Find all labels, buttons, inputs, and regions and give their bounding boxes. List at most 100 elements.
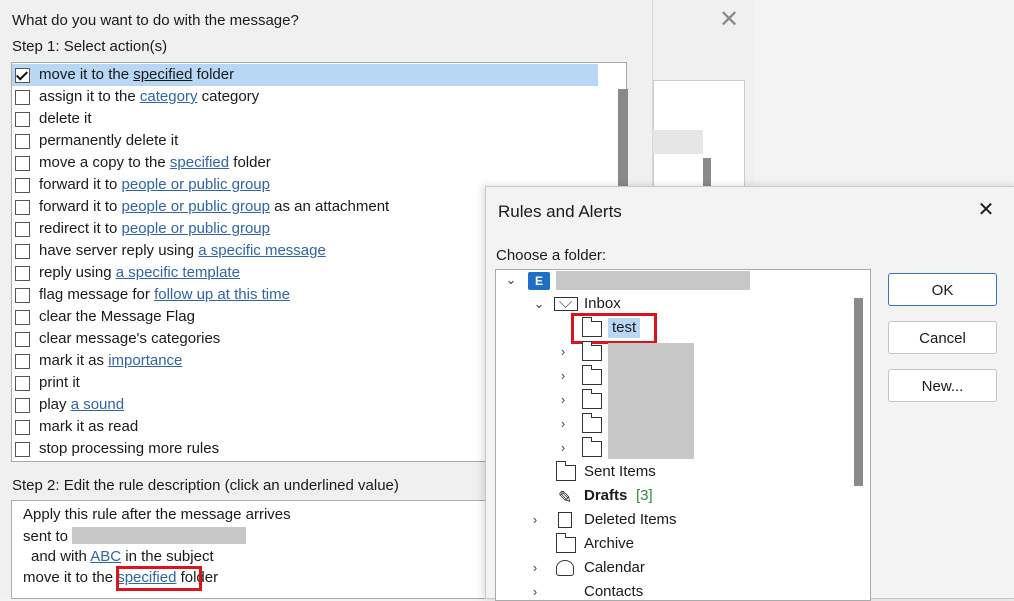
cancel-button[interactable]: Cancel (888, 321, 997, 354)
action-label: forward it to people or public group as … (39, 198, 390, 215)
action-checkbox[interactable] (15, 200, 30, 215)
action-link[interactable]: specified (170, 154, 229, 171)
annotation-box-test (571, 313, 657, 344)
drafts-pencil-icon: ✎ (558, 488, 573, 507)
calendar-icon (556, 560, 574, 576)
calendar-label: Calendar (584, 559, 645, 576)
chevron-right-icon[interactable]: › (556, 437, 570, 459)
folder-tree[interactable]: ⌄ E ⌄ Inbox test › › › › › Sent Items ✎ (495, 269, 871, 601)
action-label: stop processing more rules (39, 440, 220, 457)
chevron-right-icon[interactable]: › (556, 365, 570, 387)
action-checkbox[interactable] (15, 288, 30, 303)
action-link[interactable]: importance (108, 352, 182, 369)
annotation-box-specified (116, 566, 202, 591)
inbox-label: Inbox (584, 295, 621, 312)
archive-label: Archive (584, 535, 635, 552)
desc-line-2: sent to (23, 527, 247, 545)
chevron-down-icon[interactable]: ⌄ (532, 293, 546, 315)
chevron-right-icon[interactable]: › (528, 557, 542, 579)
folder-icon (581, 389, 602, 409)
action-link[interactable]: specified (133, 66, 192, 83)
action-link[interactable]: category (140, 88, 198, 105)
action-checkbox[interactable] (15, 398, 30, 413)
action-label: assign it to the category category (39, 88, 260, 105)
dialog-title: Rules and Alerts (498, 202, 622, 221)
action-row[interactable]: move a copy to the specified folder (12, 152, 598, 174)
action-checkbox[interactable] (15, 134, 30, 149)
action-checkbox[interactable] (15, 354, 30, 369)
new-folder-button[interactable]: New... (888, 369, 997, 402)
action-link[interactable]: a sound (71, 396, 124, 413)
desc-line-1: Apply this rule after the message arrive… (23, 506, 291, 523)
chevron-right-icon[interactable]: › (556, 389, 570, 411)
action-link[interactable]: follow up at this time (154, 286, 290, 303)
action-label: flag message for follow up at this time (39, 286, 290, 303)
deleted-items-label: Deleted Items (584, 511, 677, 528)
action-label: forward it to people or public group (39, 176, 270, 193)
tree-inbox[interactable]: ⌄ Inbox (496, 293, 856, 315)
action-checkbox[interactable] (15, 332, 30, 347)
folder-icon (581, 437, 602, 457)
dialog-close-icon[interactable]: ✕ (975, 199, 997, 221)
folder-icon (555, 533, 576, 553)
choose-folder-dialog: Rules and Alerts ✕ Choose a folder: ⌄ E … (485, 186, 1014, 601)
chevron-right-icon[interactable]: › (556, 413, 570, 435)
action-row[interactable]: delete it (12, 108, 598, 130)
action-label: delete it (39, 110, 92, 127)
tree-sent-items[interactable]: Sent Items (555, 461, 716, 483)
action-checkbox[interactable] (15, 156, 30, 171)
wizard-question: What do you want to do with the message? (12, 12, 299, 29)
trash-icon (558, 512, 572, 528)
tree-calendar[interactable]: › Calendar (528, 557, 728, 579)
folder-icon (581, 341, 602, 361)
contacts-label: Contacts (584, 583, 644, 600)
action-checkbox[interactable] (15, 178, 30, 193)
action-link[interactable]: a specific template (116, 264, 240, 281)
action-link[interactable]: people or public group (122, 220, 270, 237)
action-link[interactable]: people or public group (122, 176, 270, 193)
ok-button[interactable]: OK (888, 273, 997, 306)
chevron-right-icon[interactable]: › (556, 341, 570, 363)
inbox-envelope-icon (554, 295, 578, 311)
tree-archive[interactable]: Archive (555, 533, 716, 555)
subject-words-link[interactable]: ABC (90, 548, 121, 565)
action-checkbox[interactable] (15, 420, 30, 435)
chevron-down-icon[interactable]: ⌄ (504, 270, 518, 291)
action-label: mark it as importance (39, 352, 183, 369)
choose-folder-label: Choose a folder: (496, 247, 607, 264)
action-checkbox[interactable] (15, 376, 30, 391)
action-checkbox[interactable] (15, 112, 30, 127)
action-checkbox[interactable] (15, 222, 30, 237)
action-checkbox[interactable] (15, 244, 30, 259)
action-row[interactable]: assign it to the category category (12, 86, 598, 108)
folder-icon (581, 413, 602, 433)
folder-tree-scrollbar[interactable] (854, 298, 863, 486)
action-checkbox[interactable] (15, 68, 30, 83)
chevron-right-icon[interactable]: › (528, 509, 542, 531)
tree-deleted-items[interactable]: › Deleted Items (528, 509, 728, 531)
sent-items-label: Sent Items (584, 463, 656, 480)
redacted-recipient[interactable] (72, 527, 247, 544)
action-row[interactable]: move it to the specified folder (12, 64, 598, 86)
action-label: play a sound (39, 396, 125, 413)
action-checkbox[interactable] (15, 90, 30, 105)
action-row[interactable]: permanently delete it (12, 130, 598, 152)
action-link[interactable]: people or public group (122, 198, 270, 215)
tree-account[interactable]: ⌄ E (496, 270, 856, 291)
action-label: permanently delete it (39, 132, 179, 149)
tree-contacts[interactable]: › Contacts (528, 581, 728, 600)
action-link[interactable]: a specific message (198, 242, 326, 259)
desc-line-3: and with ABC in the subject (31, 548, 214, 565)
action-checkbox[interactable] (15, 266, 30, 281)
wizard-close-icon[interactable]: ✕ (717, 8, 741, 32)
action-checkbox[interactable] (15, 442, 30, 457)
drafts-count-badge: [3] (636, 487, 653, 504)
chevron-right-icon[interactable]: › (528, 581, 542, 600)
tree-drafts[interactable]: ✎ Drafts [3] (556, 485, 716, 507)
folder-icon (555, 461, 576, 481)
action-checkbox[interactable] (15, 310, 30, 325)
folder-icon (581, 365, 602, 385)
redacted-account-name (556, 271, 750, 290)
action-label: reply using a specific template (39, 264, 240, 281)
action-label: clear the Message Flag (39, 308, 195, 325)
